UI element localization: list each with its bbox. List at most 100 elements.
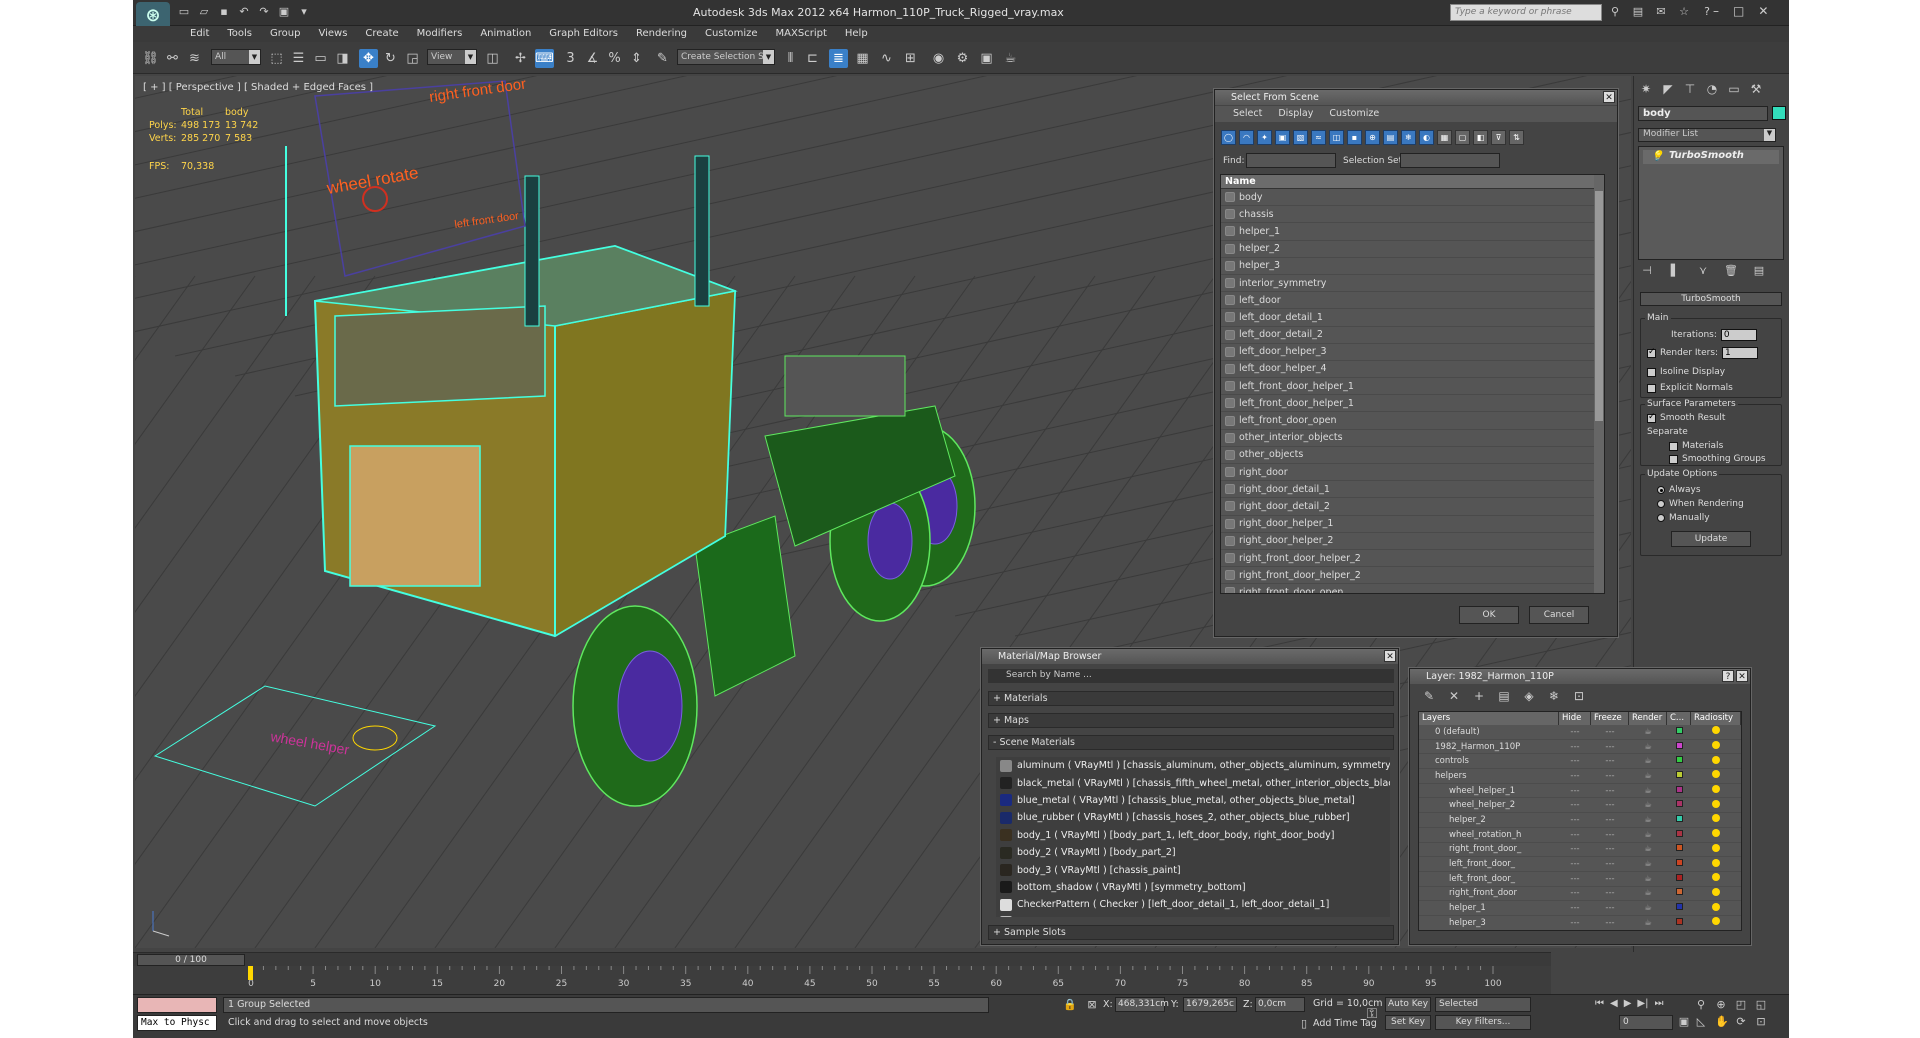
select-in-layer-icon[interactable]: ▤ — [1497, 689, 1511, 703]
radiosity-bulb-icon[interactable] — [1691, 873, 1741, 884]
select-and-rotate-icon[interactable]: ↻ — [381, 49, 400, 68]
next-frame-icon[interactable]: ▶| — [1637, 998, 1648, 1009]
display-none-icon[interactable]: ▢ — [1455, 130, 1470, 145]
render-toggle-icon[interactable]: ☕ — [1629, 830, 1667, 840]
render-production-icon[interactable]: ☕ — [1001, 49, 1020, 68]
layer-color-swatch[interactable] — [1667, 800, 1691, 810]
layer-row[interactable]: helpers --- --- ☕ — [1419, 769, 1741, 784]
material-item[interactable]: body_1 ( VRayMtl ) [body_part_1, left_do… — [996, 827, 1390, 844]
hide-toggle[interactable]: --- — [1559, 888, 1591, 898]
radiosity-bulb-icon[interactable] — [1691, 902, 1741, 914]
maximize-viewport-icon[interactable]: ⊡ — [1755, 1015, 1767, 1028]
menu-rendering[interactable]: Rendering — [627, 27, 696, 41]
freeze-toggle[interactable]: --- — [1591, 830, 1629, 840]
spinner-snap-icon[interactable]: ⇕ — [627, 49, 646, 68]
hide-toggle[interactable]: --- — [1559, 903, 1591, 913]
select-manipulate-icon[interactable]: ✢ — [511, 49, 530, 68]
separate-smoothing-groups-checkbox[interactable] — [1669, 454, 1678, 464]
lightbulb-icon[interactable]: 💡 — [1651, 151, 1663, 162]
layer-manager-icon[interactable]: ≣ — [829, 49, 848, 68]
render-toggle-icon[interactable]: ☕ — [1629, 918, 1667, 928]
graphite-ribbon-icon[interactable]: ▦ — [853, 49, 872, 68]
menu-modifiers[interactable]: Modifiers — [408, 27, 472, 41]
set-key-button[interactable]: Set Key — [1385, 1015, 1431, 1030]
render-column-header[interactable]: Render — [1629, 712, 1667, 725]
freeze-toggle[interactable]: --- — [1591, 874, 1629, 884]
make-unique-icon[interactable]: ⋎ — [1696, 264, 1710, 278]
subscription-icon[interactable]: ▤ — [1631, 5, 1645, 19]
current-frame-field[interactable]: 0 — [1619, 1015, 1673, 1030]
radiosity-bulb-icon[interactable] — [1691, 770, 1741, 781]
add-to-layer-icon[interactable]: + — [1472, 689, 1486, 703]
communication-icon[interactable]: ✉ — [1654, 5, 1668, 19]
utilities-tab-icon[interactable]: ⚒ — [1748, 82, 1764, 98]
display-invert-icon[interactable]: ◧ — [1473, 130, 1488, 145]
radiosity-bulb-icon[interactable] — [1691, 843, 1741, 855]
new-file-icon[interactable]: ▭ — [177, 5, 191, 19]
hide-toggle[interactable]: --- — [1559, 742, 1591, 752]
freeze-toggle[interactable]: --- — [1591, 727, 1629, 737]
redo-icon[interactable]: ↷ — [257, 5, 271, 19]
help-icon[interactable]: ? — [1722, 670, 1734, 682]
help-icon[interactable]: ? — [1700, 5, 1714, 19]
field-of-view-icon[interactable]: ◺ — [1695, 1015, 1707, 1028]
modifier-list-dropdown[interactable]: Modifier List ▼ — [1638, 128, 1776, 142]
display-lights-icon[interactable]: ✦ — [1257, 130, 1272, 145]
layer-row[interactable]: left_front_door_ --- --- ☕ — [1419, 872, 1741, 887]
scene-object-row[interactable]: left_front_door_helper_1 — [1221, 395, 1604, 413]
material-item[interactable]: blue_rubber ( VRayMtl ) [chassis_hoses_2… — [996, 809, 1390, 826]
layer-row[interactable]: helper_3 --- --- ☕ — [1419, 916, 1741, 930]
rendered-frame-window-icon[interactable]: ▣ — [977, 49, 996, 68]
name-column-header[interactable]: Name — [1221, 175, 1604, 189]
key-mode-dropdown[interactable]: Selected — [1435, 997, 1531, 1012]
selection-filter-dropdown[interactable]: All ▼ — [211, 49, 261, 65]
layer-color-swatch[interactable] — [1667, 873, 1691, 884]
radiosity-column-header[interactable]: Radiosity — [1691, 712, 1741, 725]
freeze-toggle[interactable]: --- — [1591, 742, 1629, 752]
layer-row[interactable]: controls --- --- ☕ — [1419, 754, 1741, 770]
scene-object-row[interactable]: helper_1 — [1221, 223, 1604, 241]
display-xrefs-icon[interactable]: ▪ — [1347, 130, 1362, 145]
go-to-start-icon[interactable]: ⏮ — [1595, 998, 1604, 1009]
radiosity-bulb-icon[interactable] — [1691, 785, 1741, 796]
keyword-search-input[interactable]: Type a keyword or phrase — [1450, 4, 1602, 21]
scene-object-row[interactable]: other_objects — [1221, 447, 1604, 464]
iterations-spinner[interactable]: 0 — [1720, 329, 1757, 341]
close-icon[interactable]: ✕ — [1384, 650, 1396, 662]
sort-icon[interactable]: ⇅ — [1509, 130, 1524, 145]
hide-column-header[interactable]: Hide — [1559, 712, 1591, 725]
material-item[interactable]: body_3 ( VRayMtl ) [chassis_paint] — [996, 861, 1390, 878]
select-and-scale-icon[interactable]: ◲ — [403, 49, 422, 68]
radiosity-bulb-icon[interactable] — [1691, 887, 1741, 899]
rectangular-selection-icon[interactable]: ▭ — [311, 49, 330, 68]
open-file-icon[interactable]: ▱ — [197, 5, 211, 19]
layer-color-swatch[interactable] — [1667, 888, 1691, 898]
radiosity-bulb-icon[interactable] — [1691, 858, 1741, 870]
menu-tools[interactable]: Tools — [218, 27, 261, 41]
sfs-menu-customize[interactable]: Customize — [1323, 106, 1385, 122]
isoline-display-checkbox[interactable] — [1647, 367, 1656, 377]
layer-row[interactable]: helper_2 --- --- ☕ — [1419, 813, 1741, 828]
render-toggle-icon[interactable]: ☕ — [1629, 844, 1667, 854]
scene-object-row[interactable]: left_door_helper_4 — [1221, 361, 1604, 379]
auto-key-button[interactable]: Auto Key — [1385, 997, 1431, 1012]
scene-object-row[interactable]: right_front_door_helper_2 — [1221, 550, 1604, 568]
zoom-icon[interactable]: ⚲ — [1695, 998, 1707, 1011]
radiosity-bulb-icon[interactable] — [1691, 799, 1741, 811]
keyboard-shortcut-override-icon[interactable]: ⌨ — [535, 49, 554, 68]
scene-object-row[interactable]: left_front_door_helper_1 — [1221, 378, 1604, 396]
scene-object-row[interactable]: right_door_detail_2 — [1221, 498, 1604, 516]
find-input[interactable] — [1246, 153, 1336, 168]
render-toggle-icon[interactable]: ☕ — [1629, 771, 1667, 781]
layer-row[interactable]: wheel_helper_1 --- --- ☕ — [1419, 784, 1741, 799]
hide-toggle[interactable]: --- — [1559, 800, 1591, 810]
scene-object-row[interactable]: left_front_door_open — [1221, 412, 1604, 430]
project-folder-icon[interactable]: ▣ — [277, 5, 291, 19]
pivot-center-icon[interactable]: ◫ — [483, 49, 502, 68]
modify-tab-icon[interactable]: ◤ — [1660, 82, 1676, 98]
list-scrollbar[interactable] — [1594, 175, 1604, 593]
radiosity-bulb-icon[interactable] — [1691, 917, 1741, 928]
render-toggle-icon[interactable]: ☕ — [1629, 859, 1667, 869]
viewport-label-menu[interactable]: [ + ] [ Perspective ] [ Shaded + Edged F… — [143, 82, 373, 93]
favorites-star-icon[interactable]: ☆ — [1677, 5, 1691, 19]
